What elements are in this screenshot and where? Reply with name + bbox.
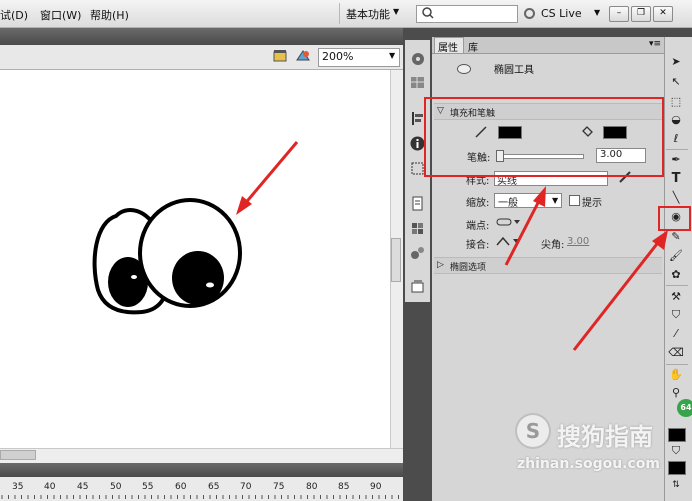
fill-stroke-highlight (424, 97, 664, 177)
scale-label: 缩放: (466, 198, 490, 209)
ruler-label: 45 (77, 482, 89, 492)
chevron-down-icon[interactable]: ▼ (594, 8, 600, 17)
edit-symbol-icon[interactable] (294, 48, 312, 64)
fill-bucket-icon: ⛉ (671, 444, 681, 457)
ellipse-options-title: 椭圆选项 (450, 263, 487, 273)
panel-menu-icon[interactable]: ▾≡ (649, 39, 661, 49)
pen-tool[interactable]: ✒ (666, 151, 686, 169)
collapsed-triangle-icon[interactable]: ▷ (437, 260, 444, 270)
ruler-label: 70 (240, 482, 252, 492)
ruler-label: 55 (142, 482, 154, 492)
workspace-switcher[interactable]: 基本功能 (346, 6, 390, 22)
ruler-label: 35 (12, 482, 24, 492)
swap-colors-icon[interactable]: ⇅ (666, 476, 686, 494)
timeline-bar (0, 463, 403, 477)
chevron-down-icon[interactable]: ▼ (393, 7, 399, 16)
close-button[interactable]: ✕ (653, 6, 673, 22)
color-swatches-icon[interactable] (409, 74, 426, 91)
panel-header (432, 28, 664, 37)
search-icon (422, 7, 434, 19)
cs-live-button[interactable]: CS Live (541, 7, 582, 20)
ruler-label: 90 (370, 482, 382, 492)
free-transform-tool[interactable]: ⬚ (666, 93, 686, 111)
tab-properties-label[interactable]: 属性 (438, 39, 458, 54)
tool-separator (666, 149, 688, 150)
ruler-label: 60 (175, 482, 187, 492)
edit-scene-icon[interactable] (272, 48, 290, 64)
panel-tabs (432, 37, 664, 54)
eyes-drawing (92, 141, 299, 315)
ruler-label: 65 (208, 482, 220, 492)
oval-tool-icon (457, 64, 471, 74)
minimize-button[interactable]: – (609, 6, 629, 22)
ruler-label: 40 (44, 482, 56, 492)
watermark-url: zhinan.sogou.com (517, 456, 660, 472)
vertical-scroll-thumb[interactable] (391, 238, 401, 282)
ruler-label: 80 (306, 482, 318, 492)
tab-library-label[interactable]: 库 (468, 39, 478, 54)
horizontal-scrollbar[interactable] (0, 448, 403, 463)
ruler-label: 75 (273, 482, 285, 492)
join-label: 接合: (466, 240, 490, 251)
restore-button[interactable]: ❐ (631, 6, 651, 22)
lasso-tool[interactable]: ℓ (666, 130, 686, 148)
menu-help[interactable]: 帮助(H) (90, 7, 129, 23)
menu-debug[interactable]: 试(D) (0, 7, 28, 23)
tool-separator (666, 364, 688, 365)
menu-window[interactable]: 窗口(W) (40, 7, 81, 23)
menu-separator (339, 3, 340, 24)
chevron-down-icon[interactable]: ▼ (389, 51, 395, 60)
cs-live-icon (524, 8, 535, 19)
current-tool-name: 椭圆工具 (494, 65, 534, 76)
stage-canvas[interactable] (0, 70, 390, 448)
history-icon[interactable] (409, 278, 426, 295)
horizontal-scroll-thumb[interactable] (0, 450, 36, 460)
color-icon[interactable] (409, 244, 426, 261)
watermark-brand: 搜狗指南 (557, 423, 653, 451)
subselection-tool[interactable]: ↖ (666, 73, 686, 91)
tools-panel-header (664, 28, 692, 37)
ruler-label: 50 (110, 482, 122, 492)
library-icon[interactable] (409, 220, 426, 237)
document-bar (0, 28, 403, 45)
motion-presets-icon[interactable] (409, 50, 426, 67)
badge: 64 (677, 399, 692, 417)
ruler-label: 85 (338, 482, 350, 492)
selection-tool[interactable]: ➤ (666, 53, 686, 71)
hand-tool[interactable]: ✋ (666, 366, 686, 384)
components-icon[interactable] (409, 195, 426, 212)
3d-rotation-tool[interactable]: ◒ (666, 111, 686, 129)
zoom-value: 200% (322, 50, 354, 63)
stroke-color-tool[interactable] (668, 428, 686, 442)
sogou-logo: S (515, 413, 551, 449)
fill-color-tool[interactable] (668, 461, 686, 475)
annotation-arrows (504, 186, 668, 351)
cap-label: 端点: (466, 221, 490, 232)
